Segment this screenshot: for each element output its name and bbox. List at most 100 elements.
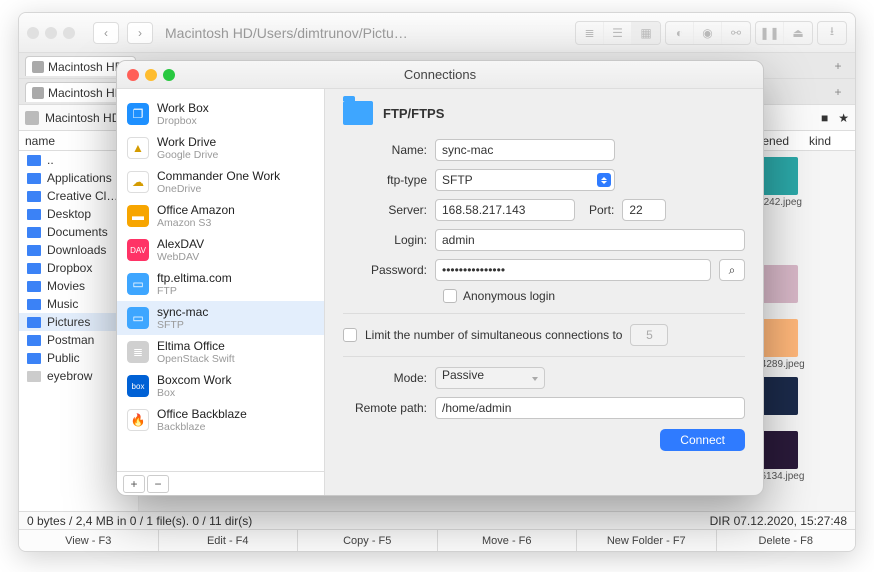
folder-icon <box>27 173 41 184</box>
folder-icon <box>27 191 41 202</box>
connection-icon: ≣ <box>127 341 149 363</box>
connection-item[interactable]: ▭sync-macSFTP <box>117 301 324 335</box>
connection-subtitle: Box <box>157 387 231 399</box>
connection-icon: ▲ <box>127 137 149 159</box>
name-input[interactable] <box>435 139 615 161</box>
connection-subtitle: SFTP <box>157 319 208 331</box>
toggle1-icon[interactable]: ◐ <box>666 22 694 44</box>
connection-icon: 🔥 <box>127 409 149 431</box>
connect-button[interactable]: Connect <box>660 429 745 451</box>
toggle2-icon[interactable]: ◉ <box>694 22 722 44</box>
key-icon: ⌕ <box>729 263 736 278</box>
folder-icon <box>27 353 41 364</box>
col-kind[interactable]: kind <box>809 134 849 148</box>
connection-icon: DAV <box>127 239 149 261</box>
password-input[interactable] <box>435 259 711 281</box>
remove-connection-button[interactable]: − <box>147 475 169 493</box>
form-header: FTP/FTPS <box>383 106 444 121</box>
login-input[interactable] <box>435 229 745 251</box>
connection-title: ftp.eltima.com <box>157 271 232 285</box>
connection-item[interactable]: box Boxcom WorkBox <box>117 369 324 403</box>
folder-label: Desktop <box>47 207 91 221</box>
connection-item[interactable]: DAVAlexDAVWebDAV <box>117 233 324 267</box>
server-label: Server: <box>343 203 427 217</box>
connection-item[interactable]: ▭ftp.eltima.comFTP <box>117 267 324 301</box>
fn-button[interactable]: View - F3 <box>19 530 159 551</box>
folder-label: Dropbox <box>47 261 92 275</box>
modal-title: Connections <box>404 67 476 82</box>
connection-item[interactable]: 🔥Office BackblazeBackblaze <box>117 403 324 437</box>
connection-subtitle: OneDrive <box>157 183 280 195</box>
key-button[interactable]: ⌕ <box>719 259 745 281</box>
nav-back-button[interactable]: ‹ <box>93 22 119 44</box>
remote-path-input[interactable] <box>435 397 745 419</box>
bg-traffic-lights[interactable] <box>27 27 75 39</box>
connection-item[interactable]: ▲Work DriveGoogle Drive <box>117 131 324 165</box>
bg-titlebar: ‹ › Macintosh HD/Users/dimtrunov/Pictu… … <box>19 13 855 53</box>
fn-button[interactable]: Copy - F5 <box>298 530 438 551</box>
name-label: Name: <box>343 143 427 157</box>
server-input[interactable] <box>435 199 575 221</box>
toolbar-icons: ≣☰▦ ◐◉⚯ ❚❚⏏ ⭳ <box>575 21 847 45</box>
disk-icon <box>25 111 39 125</box>
status-left: 0 bytes / 2,4 MB in 0 / 1 file(s). 0 / 1… <box>27 514 252 528</box>
connection-title: AlexDAV <box>157 237 204 251</box>
eject-icon[interactable]: ⏏ <box>784 22 812 44</box>
status-right: DIR 07.12.2020, 15:27:48 <box>710 514 847 528</box>
connection-title: Boxcom Work <box>157 373 231 387</box>
connection-icon: ▭ <box>127 307 149 329</box>
connection-title: Eltima Office <box>157 339 235 353</box>
connection-item[interactable]: ▬Office AmazonAmazon S3 <box>117 199 324 233</box>
folder-icon <box>27 299 41 310</box>
folder-icon <box>27 209 41 220</box>
folder-label: Downloads <box>47 243 106 257</box>
path-label: Macintosh HD/Users/dimtrunov/Pictu… <box>161 25 567 41</box>
toggle3-icon[interactable]: ⚯ <box>722 22 750 44</box>
folder-icon <box>27 281 41 292</box>
folder-label: Public <box>47 351 80 365</box>
port-label: Port: <box>589 203 614 217</box>
col-toggle-icon[interactable]: ■ <box>821 111 828 125</box>
folder-icon <box>27 155 41 166</box>
view-grid-icon[interactable]: ▦ <box>632 22 660 44</box>
remote-label: Remote path: <box>343 401 427 415</box>
mode-select: Passive <box>435 367 545 389</box>
fn-button[interactable]: Move - F6 <box>438 530 578 551</box>
folder-label: Pictures <box>47 315 90 329</box>
ftptype-select[interactable]: SFTP <box>435 169 615 191</box>
modal-titlebar: Connections <box>117 61 763 89</box>
connection-subtitle: Google Drive <box>157 149 218 161</box>
view-columns-icon[interactable]: ☰ <box>604 22 632 44</box>
ftp-folder-icon <box>343 101 373 125</box>
fn-button[interactable]: New Folder - F7 <box>577 530 717 551</box>
connection-title: Work Box <box>157 101 209 115</box>
add-tab-button-2[interactable]: + <box>827 81 849 103</box>
fn-button[interactable]: Delete - F8 <box>717 530 856 551</box>
add-connection-button[interactable]: + <box>123 475 145 493</box>
fn-bar: View - F3Edit - F4Copy - F5Move - F6New … <box>19 529 855 551</box>
connection-item[interactable]: ☁Commander One WorkOneDrive <box>117 165 324 199</box>
login-label: Login: <box>343 233 427 247</box>
view-list-icon[interactable]: ≣ <box>576 22 604 44</box>
port-input[interactable] <box>622 199 666 221</box>
folder-icon <box>27 335 41 346</box>
password-label: Password: <box>343 263 427 277</box>
folder-label: Documents <box>47 225 108 239</box>
nav-fwd-button[interactable]: › <box>127 22 153 44</box>
connection-item[interactable]: ❐Work BoxDropbox <box>117 97 324 131</box>
connection-item[interactable]: ≣Eltima OfficeOpenStack Swift <box>117 335 324 369</box>
anon-checkbox[interactable] <box>443 289 457 303</box>
download-icon[interactable]: ⭳ <box>818 22 846 44</box>
limit-checkbox[interactable] <box>343 328 357 342</box>
pause-icon[interactable]: ❚❚ <box>756 22 784 44</box>
add-tab-button[interactable]: + <box>827 55 849 77</box>
folder-icon <box>27 227 41 238</box>
fn-button[interactable]: Edit - F4 <box>159 530 299 551</box>
limit-number-input[interactable] <box>630 324 668 346</box>
favorites-icon[interactable]: ★ <box>838 111 849 125</box>
folder-label: Movies <box>47 279 85 293</box>
connection-subtitle: FTP <box>157 285 232 297</box>
connection-icon: box <box>127 375 149 397</box>
modal-traffic-lights[interactable] <box>127 69 175 81</box>
folder-label: .. <box>47 153 54 167</box>
